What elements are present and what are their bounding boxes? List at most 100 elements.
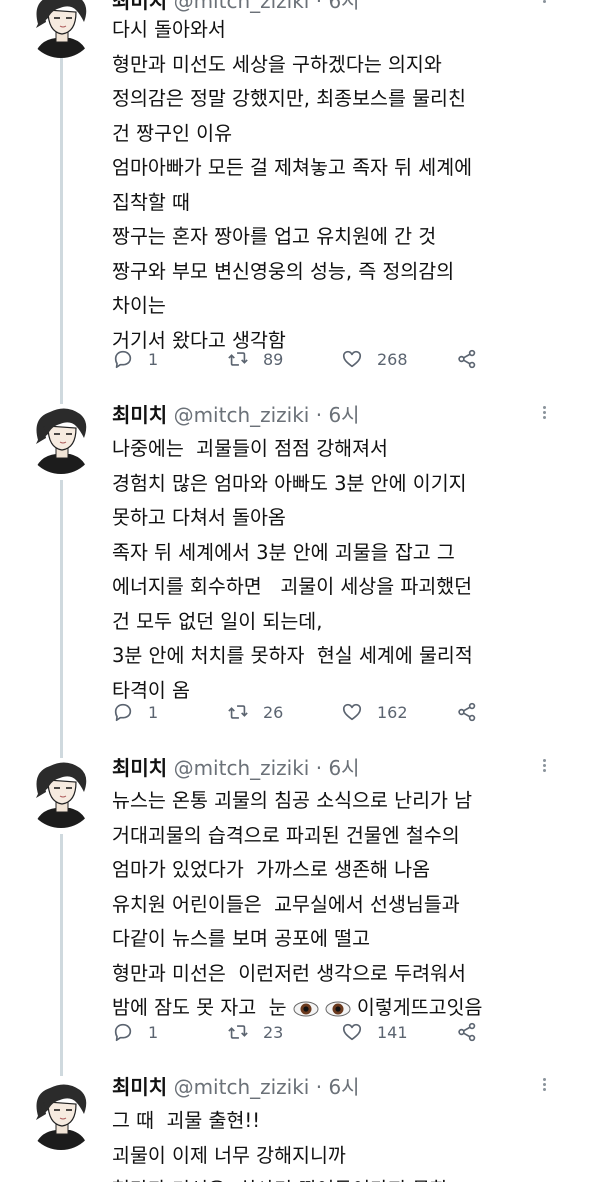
display-name[interactable]: 최미치 — [112, 403, 167, 427]
tweet-text-line: 집착할 때 — [112, 190, 190, 214]
tweet-text-fragment: 이렇게뜨고잇음 — [350, 996, 483, 1019]
retweet-count: 23 — [263, 1022, 284, 1042]
like-button[interactable]: 141 — [341, 1017, 408, 1047]
user-handle[interactable]: @mitch_ziziki — [174, 756, 310, 780]
tweet[interactable]: 최미치 @mitch_ziziki · 6시 뉴스는 온통 괴물의 침공 소식으… — [0, 744, 591, 1066]
reply-button[interactable]: 1 — [112, 697, 158, 727]
more-icon[interactable] — [540, 0, 548, 10]
separator-dot: · — [315, 756, 323, 780]
like-count: 141 — [377, 1022, 408, 1042]
share-icon — [456, 348, 478, 370]
tweet-text-line: 나중에는 괴물들이 점점 강해져서 — [112, 437, 388, 460]
tweet-text-line: 차이는 — [112, 294, 166, 317]
avatar-icon — [26, 1080, 96, 1150]
avatar[interactable] — [26, 0, 96, 58]
tweet-header: 최미치 @mitch_ziziki · 6시 — [112, 753, 360, 783]
tweet-text: 나중에는 괴물들이 점점 강해져서경험치 많은 엄마와 아빠도 3분 안에 이기… — [112, 432, 582, 708]
reply-icon — [112, 348, 134, 370]
tweet-actions: 1 89 268 — [112, 344, 492, 374]
tweet-text: 그 때 괴물 출현!! 괴물이 이제 너무 강해지니까형만과 미선은 쉽사리 뛰어… — [112, 1104, 582, 1182]
separator-dot: · — [315, 1075, 323, 1099]
reply-button[interactable]: 1 — [112, 344, 158, 374]
retweet-icon — [227, 1021, 249, 1043]
share-icon — [456, 1021, 478, 1043]
tweet-text-line: 뉴스는 온통 괴물의 침공 소식으로 난리가 남 — [112, 789, 473, 812]
tweet-text-line: 엄마가 있었다가 가까스로 생존해 나옴 — [112, 858, 431, 881]
like-button[interactable]: 162 — [341, 697, 408, 727]
tweet-text: 다시 돌아와서형만과 미선도 세상을 구하겠다는 의지와정의감은 정말 강했지만… — [112, 13, 582, 358]
tweet[interactable]: 최미치 @mitch_ziziki · 6시 나중에는 괴물들이 점점 강해져서… — [0, 390, 591, 750]
retweet-icon — [227, 348, 249, 370]
avatar[interactable] — [26, 758, 96, 828]
tweet-text-line: 3분 안에 처치를 못하자 현실 세계에 물리적 — [112, 644, 473, 667]
separator-dot: · — [315, 0, 323, 13]
tweet-text-line: 건 짱구인 이유 — [112, 121, 233, 145]
retweet-button[interactable]: 23 — [227, 1017, 283, 1047]
tweet-text-line: 에너지를 회수하면 괴물이 세상을 파괴했던 — [112, 575, 473, 598]
reply-count: 1 — [148, 1022, 159, 1042]
share-button[interactable] — [456, 344, 478, 374]
tweet-text-line: 괴물이 이제 너무 강해지니까 — [112, 1143, 346, 1167]
tweet-text: 뉴스는 온통 괴물의 침공 소식으로 난리가 남거대괴물의 습격으로 파괴된 건… — [112, 784, 582, 1026]
like-count: 268 — [377, 349, 408, 369]
share-icon — [456, 701, 478, 723]
tweet-text-line: 족자 뒤 세계에서 3분 안에 괴물을 잡고 그 — [112, 540, 455, 564]
user-handle[interactable]: @mitch_ziziki — [174, 0, 310, 13]
user-handle[interactable]: @mitch_ziziki — [174, 403, 310, 427]
display-name[interactable]: 최미치 — [112, 756, 167, 780]
tweet-header: 최미치 @mitch_ziziki · 6시 — [112, 400, 360, 430]
avatar-icon — [26, 0, 96, 58]
heart-icon — [341, 348, 363, 370]
avatar[interactable] — [26, 1080, 96, 1150]
heart-icon — [341, 1021, 363, 1043]
tweet-text-line: 짱구는 혼자 짱아를 업고 유치원에 간 것 — [112, 225, 437, 248]
avatar[interactable] — [26, 404, 96, 474]
separator-dot: · — [315, 403, 323, 427]
share-button[interactable] — [456, 697, 478, 727]
reply-count: 1 — [148, 349, 159, 369]
tweet-text-line: 형만과 미선도 세상을 구하겠다는 의지와 — [112, 52, 442, 76]
more-icon[interactable] — [540, 404, 548, 426]
retweet-button[interactable]: 26 — [227, 697, 283, 727]
tweet-actions: 1 23 141 — [112, 1017, 492, 1047]
like-count: 162 — [377, 702, 408, 722]
timestamp[interactable]: 6시 — [328, 0, 359, 13]
share-button[interactable] — [456, 1017, 478, 1047]
tweet-text-line: 형만과 미선은 쉽사리 뛰어들어가지 못함 — [112, 1173, 582, 1182]
timestamp[interactable]: 6시 — [328, 1075, 359, 1099]
reply-count: 1 — [148, 702, 159, 722]
retweet-button[interactable]: 89 — [227, 344, 283, 374]
more-icon[interactable] — [540, 757, 548, 779]
timestamp[interactable]: 6시 — [328, 756, 359, 780]
user-handle[interactable]: @mitch_ziziki — [174, 1075, 310, 1099]
reply-icon — [112, 1021, 134, 1043]
tweet-text-line: 거대괴물의 습격으로 파괴된 건물엔 철수의 — [112, 823, 460, 847]
avatar-icon — [26, 404, 96, 474]
tweet[interactable]: 최미치 @mitch_ziziki · 6시 다시 돌아와서형만과 미선도 세상… — [0, 0, 591, 390]
timestamp[interactable]: 6시 — [328, 403, 359, 427]
tweet-text-line: 경험치 많은 엄마와 아빠도 3분 안에 이기지 — [112, 471, 467, 495]
tweet-text-line: 유치원 어린이들은 교무실에서 선생님들과 — [112, 892, 460, 916]
reply-button[interactable]: 1 — [112, 1017, 158, 1047]
tweet-text-line: 짱구와 부모 변신영웅의 성능, 즉 정의감의 — [112, 259, 455, 283]
reply-icon — [112, 701, 134, 723]
tweet-header: 최미치 @mitch_ziziki · 6시 — [112, 1072, 360, 1102]
more-icon[interactable] — [540, 1076, 548, 1098]
avatar-icon — [26, 758, 96, 828]
tweet-text-line: 정의감은 정말 강했지만, 최종보스를 물리친 — [112, 87, 466, 110]
display-name[interactable]: 최미치 — [112, 0, 167, 13]
like-button[interactable]: 268 — [341, 344, 408, 374]
tweet-text-line: 다시 돌아와서 — [112, 18, 226, 41]
tweet-text-line: 형만과 미선은 이런저런 생각으로 두려워서 — [112, 961, 466, 985]
retweet-count: 26 — [263, 702, 284, 722]
tweet-text-line: 못하고 다쳐서 돌아옴 — [112, 506, 286, 529]
tweet[interactable]: 최미치 @mitch_ziziki · 6시 그 때 괴물 출현!! 괴물이 이제… — [0, 1066, 591, 1182]
tweet-text-line: 다같이 뉴스를 보며 공포에 떨고 — [112, 927, 371, 950]
tweet-text-line: 그 때 괴물 출현!! — [112, 1109, 261, 1132]
tweet-text-fragment: 밤에 잠도 못 자고 눈 — [112, 996, 293, 1019]
heart-icon — [341, 701, 363, 723]
retweet-count: 89 — [263, 349, 284, 369]
tweet-text-line: 엄마아빠가 모든 걸 제쳐놓고 족자 뒤 세계에 — [112, 156, 473, 179]
retweet-icon — [227, 701, 249, 723]
display-name[interactable]: 최미치 — [112, 1075, 167, 1099]
